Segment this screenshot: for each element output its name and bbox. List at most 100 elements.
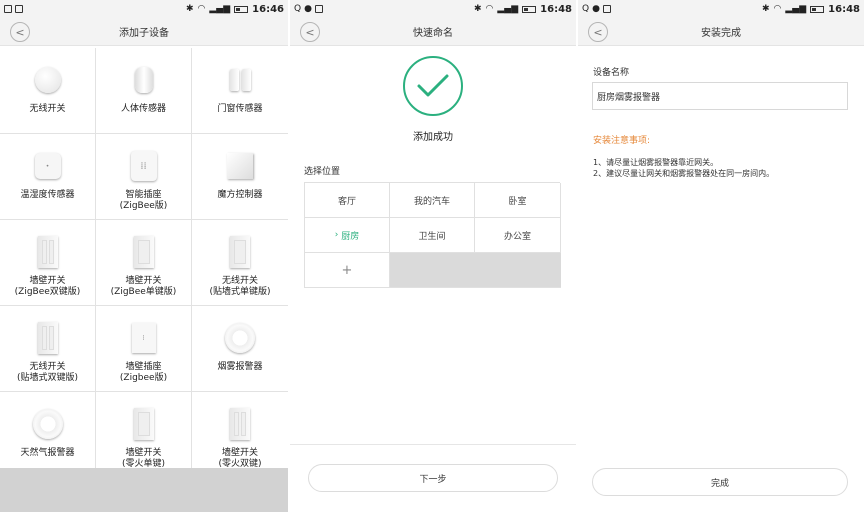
device-cell[interactable]: 天然气报警器 [0, 392, 96, 478]
device-label: 墙壁开关 (ZigBee双键版) [14, 276, 81, 297]
plus-icon: + [341, 262, 353, 278]
wall-socket-icon: ⁞ [131, 316, 156, 360]
bluetooth-icon: ✱ [761, 4, 770, 14]
device-cell[interactable]: 无线开关 (贴墙式单键版) [192, 220, 288, 306]
chevron-left-icon: < [15, 25, 25, 39]
bluetooth-icon: ✱ [185, 4, 194, 14]
smoke-alarm-icon [225, 316, 255, 360]
selected-chevron-icon: › [334, 230, 339, 240]
device-label: 墙壁插座 (Zigbee版) [119, 362, 168, 383]
motion-sensor-icon [134, 58, 153, 102]
success-message: 添加成功 [413, 132, 453, 143]
wall-switch-icon [133, 402, 154, 446]
device-cell[interactable]: 墙壁开关 (零火双键) [192, 392, 288, 478]
location-grid: 客厅 我的汽车 卧室 › 厨房 卫生间 办公室 + [304, 182, 561, 288]
back-button[interactable]: < [588, 22, 608, 42]
location-label: 选择位置 [304, 167, 341, 177]
screen-quick-naming: Q ● ✱ ◠ ▂▄▆ 16:48 < 快速命名 添加成功 选择位置 客厅 我的… [290, 0, 576, 512]
location-empty-area [390, 253, 561, 288]
wall-switch-icon [37, 316, 58, 360]
device-cell[interactable]: • 温湿度传感器 [0, 134, 96, 220]
done-button[interactable]: 完成 [592, 468, 848, 496]
page-title: 安装完成 [701, 28, 741, 39]
device-cell[interactable]: 人体传感器 [96, 48, 192, 134]
smart-plug-icon: ⁞⁞ [130, 144, 157, 188]
device-cell[interactable]: 墙壁开关 (零火单键) [96, 392, 192, 478]
location-my-car[interactable]: 我的汽车 [390, 183, 475, 218]
status-bar: Q ● ✱ ◠ ▂▄▆ 16:48 [290, 0, 576, 18]
device-label: 烟雾报警器 [217, 362, 263, 372]
location-bedroom[interactable]: 卧室 [475, 183, 561, 218]
qq-icon: ● [304, 4, 312, 14]
wall-switch-icon [230, 230, 250, 274]
location-office[interactable]: 办公室 [475, 218, 561, 253]
device-label: 墙壁开关 (零火单键) [121, 448, 166, 469]
wifi-icon: ◠ [773, 4, 782, 14]
device-cell[interactable]: 魔方控制器 [192, 134, 288, 220]
device-label: 天然气报警器 [20, 448, 75, 458]
gallery-icon [602, 5, 611, 13]
signal-icon: ▂▄▆ [209, 4, 231, 14]
wall-switch-icon [37, 230, 58, 274]
page-title: 添加子设备 [119, 28, 169, 39]
device-label: 无线开关 (贴墙式单键版) [209, 276, 271, 297]
title-bar: < 添加子设备 [0, 18, 288, 46]
note-item: 2、建议尽量让网关和烟雾报警器处在同一房间内。 [593, 169, 775, 178]
screen-install-complete: Q ● ✱ ◠ ▂▄▆ 16:48 < 安装完成 设备名称 厨房烟雾报警器 安装… [578, 0, 864, 512]
device-name-input[interactable]: 厨房烟雾报警器 [592, 82, 848, 110]
device-cell[interactable]: ⁞⁞ 智能插座 (ZigBee版) [96, 134, 192, 220]
gallery-icon [15, 5, 23, 13]
back-button[interactable]: < [10, 22, 30, 42]
location-bathroom[interactable]: 卫生间 [390, 218, 475, 253]
device-label: 人体传感器 [120, 104, 166, 114]
status-bar: ✱ ◠ ▂▄▆ 16:46 [0, 0, 288, 18]
device-cell[interactable]: 门窗传感器 [192, 48, 288, 134]
device-label: 无线开关 (贴墙式双键版) [16, 362, 79, 383]
device-cell[interactable]: 无线开关 [0, 48, 96, 134]
device-grid: 无线开关 人体传感器 门窗传感器 • 温湿度传感器 ⁞⁞ 智能插座 (ZigBee版) 魔方控制… [0, 48, 288, 478]
battery-icon [810, 5, 825, 13]
device-label: 魔方控制器 [217, 190, 263, 200]
next-step-button[interactable]: 下一步 [308, 464, 558, 492]
device-label: 墙壁开关 (ZigBee单键版) [110, 276, 177, 297]
location-kitchen[interactable]: › 厨房 [305, 218, 390, 253]
door-sensor-icon [229, 58, 251, 102]
device-cell[interactable]: 墙壁开关 (ZigBee双键版) [0, 220, 96, 306]
status-time: 16:48 [540, 3, 572, 15]
location-living-room[interactable]: 客厅 [305, 183, 390, 218]
bluetooth-icon: ✱ [473, 4, 482, 14]
install-notes: 1、请尽量让烟雾报警器靠近网关。 2、建议尽量让网关和烟雾报警器处在同一房间内。 [593, 157, 774, 179]
back-button[interactable]: < [300, 22, 320, 42]
device-cell[interactable]: ⁞ 墙壁插座 (Zigbee版) [96, 306, 192, 392]
device-label: 门窗传感器 [217, 104, 263, 114]
device-label: 智能插座 (ZigBee版) [119, 190, 168, 211]
device-label: 温湿度传感器 [20, 190, 75, 200]
battery-icon [234, 5, 249, 13]
search-icon: Q [294, 4, 302, 14]
battery-icon [522, 5, 537, 13]
wall-switch-icon [133, 230, 154, 274]
note-item: 1、请尽量让烟雾报警器靠近网关。 [593, 158, 719, 167]
device-cell[interactable]: 烟雾报警器 [192, 306, 288, 392]
device-name-label: 设备名称 [593, 68, 630, 78]
wifi-icon: ◠ [197, 4, 206, 14]
wifi-icon: ◠ [485, 4, 494, 14]
qq-icon: ● [592, 4, 600, 14]
add-location-button[interactable]: + [305, 253, 390, 288]
chevron-left-icon: < [593, 25, 603, 39]
gallery-icon [314, 5, 323, 13]
success-check-icon [403, 56, 463, 116]
bottom-placeholder [0, 468, 288, 512]
gas-alarm-icon [32, 402, 63, 446]
divider [290, 444, 576, 445]
device-cell[interactable]: 无线开关 (贴墙式双键版) [0, 306, 96, 392]
status-time: 16:48 [828, 3, 860, 15]
screen-add-subdevice: ✱ ◠ ▂▄▆ 16:46 < 添加子设备 无线开关 人体传感器 门窗传感器 • 温湿度… [0, 0, 288, 512]
device-label: 无线开关 [29, 104, 66, 114]
search-icon: Q [582, 4, 590, 14]
device-cell[interactable]: 墙壁开关 (ZigBee单键版) [96, 220, 192, 306]
title-bar: < 安装完成 [578, 18, 864, 46]
chevron-left-icon: < [305, 25, 315, 39]
status-bar: Q ● ✱ ◠ ▂▄▆ 16:48 [578, 0, 864, 18]
wall-switch-icon [230, 402, 250, 446]
